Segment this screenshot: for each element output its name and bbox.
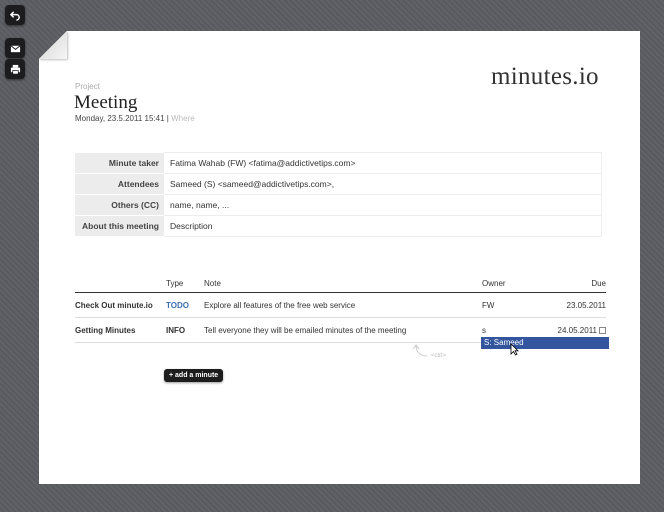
minute-taker-label: Minute taker <box>75 152 164 174</box>
meeting-info-table: Minute taker Fatima Wahab (FW) <fatima@a… <box>75 152 602 237</box>
owner-header: Owner <box>482 279 530 293</box>
minute-due[interactable]: 24.05.2011 <box>558 326 597 335</box>
owner-suggestion[interactable]: S: Sameed <box>481 337 609 349</box>
curved-arrow-icon <box>412 344 428 357</box>
item-header <box>75 279 166 293</box>
minute-item[interactable]: Check Out minute.io <box>75 292 166 318</box>
printer-icon <box>10 64 20 74</box>
back-button[interactable] <box>5 5 25 25</box>
others-field[interactable]: name, name, ... <box>164 194 602 216</box>
print-button[interactable] <box>5 59 25 79</box>
page-fold-corner <box>39 31 67 59</box>
due-header: Due <box>530 279 606 293</box>
minute-item[interactable]: Getting Minutes <box>75 317 166 343</box>
minute-due[interactable]: 23.05.2011 <box>530 292 606 318</box>
others-row: Others (CC) name, name, ... <box>75 194 602 216</box>
undo-arrow-icon <box>9 10 20 21</box>
meeting-dateline: Monday, 23.5.2011 15:41 | Where <box>75 114 195 123</box>
attendees-label: Attendees <box>75 173 164 195</box>
calendar-icon[interactable] <box>599 326 606 334</box>
meeting-title[interactable]: Meeting <box>74 92 137 114</box>
minute-note[interactable]: Explore all features of the free web ser… <box>204 292 482 318</box>
email-button[interactable] <box>5 38 25 58</box>
where-field[interactable]: Where <box>171 114 195 123</box>
note-header: Note <box>204 279 482 293</box>
minute-type[interactable]: INFO <box>166 317 204 343</box>
about-row: About this meeting Description <box>75 215 602 237</box>
type-header: Type <box>166 279 204 293</box>
attendees-field[interactable]: Sameed (S) <sameed@addictivetips.com>, <box>164 173 602 195</box>
table-row: Check Out minute.io TODO Explore all fea… <box>75 292 606 318</box>
meeting-date[interactable]: Monday, 23.5.2011 15:41 <box>75 114 165 123</box>
minute-taker-row: Minute taker Fatima Wahab (FW) <fatima@a… <box>75 152 602 174</box>
minute-taker-field[interactable]: Fatima Wahab (FW) <fatima@addictivetips.… <box>164 152 602 174</box>
envelope-icon <box>10 44 20 52</box>
brand-logo: minutes.io <box>491 63 599 90</box>
minute-owner[interactable]: FW <box>482 292 530 318</box>
minutes-header-row: Type Note Owner Due <box>75 279 606 293</box>
about-field[interactable]: Description <box>164 215 602 237</box>
minute-note[interactable]: Tell everyone they will be emailed minut… <box>204 317 482 343</box>
mouse-pointer-icon <box>510 343 519 361</box>
minute-type[interactable]: TODO <box>166 292 204 318</box>
ctrl-hint: <ctrl> <box>411 344 446 359</box>
project-label[interactable]: Project <box>75 82 100 91</box>
ctrl-hint-text: <ctrl> <box>431 353 447 359</box>
add-minute-button[interactable]: + add a minute <box>164 369 224 382</box>
about-label: About this meeting <box>75 215 164 237</box>
others-label: Others (CC) <box>75 194 164 216</box>
attendees-row: Attendees Sameed (S) <sameed@addictiveti… <box>75 173 602 195</box>
separator: | <box>166 114 169 123</box>
minutes-table: Type Note Owner Due Check Out minute.io … <box>75 279 606 343</box>
